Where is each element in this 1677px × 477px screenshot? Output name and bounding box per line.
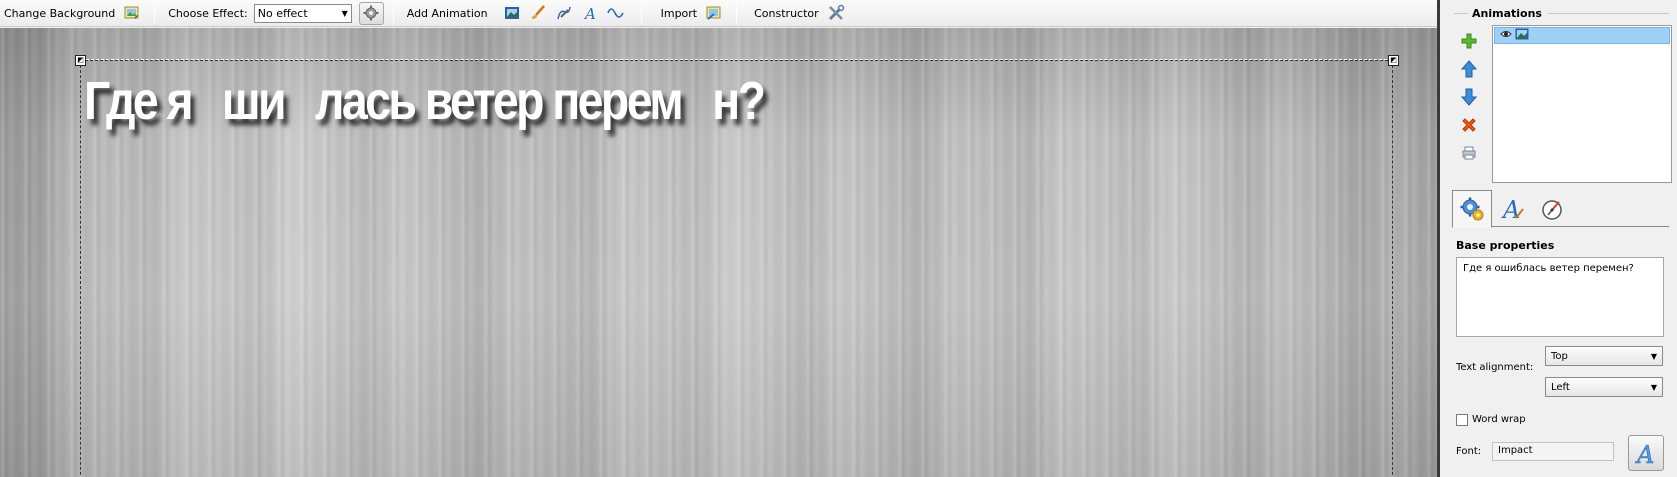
text-content-input[interactable]: Где я ошиблась ветер перемен?	[1456, 257, 1664, 337]
font-name-field: Impact	[1492, 442, 1614, 461]
vertical-alignment-value: Top	[1551, 350, 1568, 362]
animations-group-title: Animations	[1454, 5, 1669, 21]
change-background-icon[interactable]	[122, 3, 142, 23]
arrow-up-icon	[1461, 60, 1477, 78]
effect-select[interactable]: No effect ▼	[253, 3, 352, 23]
vertical-alignment-select[interactable]: Top ▼	[1545, 346, 1663, 366]
add-animation-button[interactable]	[1458, 30, 1480, 52]
brush-icon	[531, 5, 545, 19]
image-icon	[1515, 28, 1529, 43]
chevron-down-icon: ▼	[1650, 351, 1657, 361]
choose-font-button[interactable]: A	[1628, 435, 1664, 471]
constructor-button[interactable]: Constructor	[750, 7, 823, 20]
add-text-animation-button[interactable]: A	[580, 3, 600, 23]
svg-text:A: A	[1635, 441, 1654, 466]
print-button[interactable]	[1458, 142, 1480, 164]
tab-timing-properties[interactable]	[1532, 190, 1572, 227]
toolbar-separator	[640, 3, 642, 23]
preview-canvas[interactable]: ◩ ◩ Где я ши лась ветер перем н?	[0, 28, 1437, 477]
move-up-button[interactable]	[1458, 58, 1480, 80]
effect-settings-button[interactable]	[358, 1, 384, 25]
settings-gears-icon	[1460, 197, 1484, 221]
arrow-down-icon	[1461, 88, 1477, 106]
horizontal-alignment-value: Left	[1551, 381, 1570, 393]
add-wave-animation-button[interactable]	[606, 3, 626, 23]
canvas-text-layer[interactable]: Где я ши лась ветер перем н?	[84, 70, 766, 132]
eye-icon[interactable]	[1500, 29, 1512, 42]
compass-timer-icon	[1542, 199, 1562, 220]
app-window: Change Background Choose Effect: No effe…	[0, 0, 1677, 477]
animation-list-item[interactable]	[1494, 27, 1670, 44]
word-wrap-checkbox[interactable]	[1456, 414, 1468, 426]
add-image-animation-button[interactable]	[502, 3, 522, 23]
choose-effect-label: Choose Effect:	[168, 6, 248, 20]
delete-animation-button[interactable]	[1458, 114, 1480, 136]
properties-panel: Animations A Base properties Где я ошибл…	[1440, 0, 1677, 477]
sine-wave-icon	[606, 8, 624, 18]
text-icon: A	[583, 5, 596, 21]
animation-list[interactable]	[1492, 25, 1672, 183]
print-icon	[1462, 146, 1476, 160]
pen-path-icon	[556, 6, 571, 20]
move-down-button[interactable]	[1458, 86, 1480, 108]
base-properties-title: Base properties	[1456, 239, 1555, 252]
horizontal-alignment-select[interactable]: Left ▼	[1545, 377, 1663, 397]
font-label: Font:	[1456, 446, 1482, 457]
resize-handle-top-left[interactable]: ◩	[75, 55, 86, 66]
text-alignment-label: Text alignment:	[1456, 362, 1534, 373]
effect-select-value: No effect	[257, 6, 308, 20]
image-icon	[504, 7, 519, 19]
chevron-down-icon: ▼	[341, 8, 348, 18]
change-background-button[interactable]: Change Background	[0, 7, 119, 20]
svg-text:A: A	[583, 5, 596, 21]
word-wrap-label[interactable]: Word wrap	[1472, 414, 1526, 425]
tab-base-properties[interactable]	[1452, 190, 1492, 228]
tab-text-properties[interactable]: A	[1492, 190, 1532, 227]
toolbar: Change Background Choose Effect: No effe…	[0, 0, 1437, 27]
add-icon	[1461, 33, 1477, 49]
add-animation-label: Add Animation	[406, 6, 488, 20]
import-icon[interactable]	[704, 3, 724, 23]
gear-icon	[363, 5, 379, 21]
text-style-icon: A	[1501, 196, 1524, 222]
chevron-down-icon: ▼	[1650, 382, 1657, 392]
toolbar-separator	[736, 3, 738, 23]
properties-tabs: A	[1452, 190, 1669, 228]
toolbar-separator	[392, 3, 394, 23]
svg-text:A: A	[1501, 196, 1520, 222]
import-button[interactable]: Import	[657, 7, 702, 20]
delete-icon	[1462, 118, 1476, 132]
toolbar-separator	[154, 3, 156, 23]
resize-handle-top-right[interactable]: ◩	[1388, 55, 1399, 66]
add-brush-animation-button[interactable]	[528, 3, 548, 23]
font-icon: A	[1635, 441, 1655, 466]
tools-icon[interactable]	[826, 3, 846, 23]
animations-title-text: Animations	[1472, 6, 1542, 20]
add-path-animation-button[interactable]	[554, 3, 574, 23]
